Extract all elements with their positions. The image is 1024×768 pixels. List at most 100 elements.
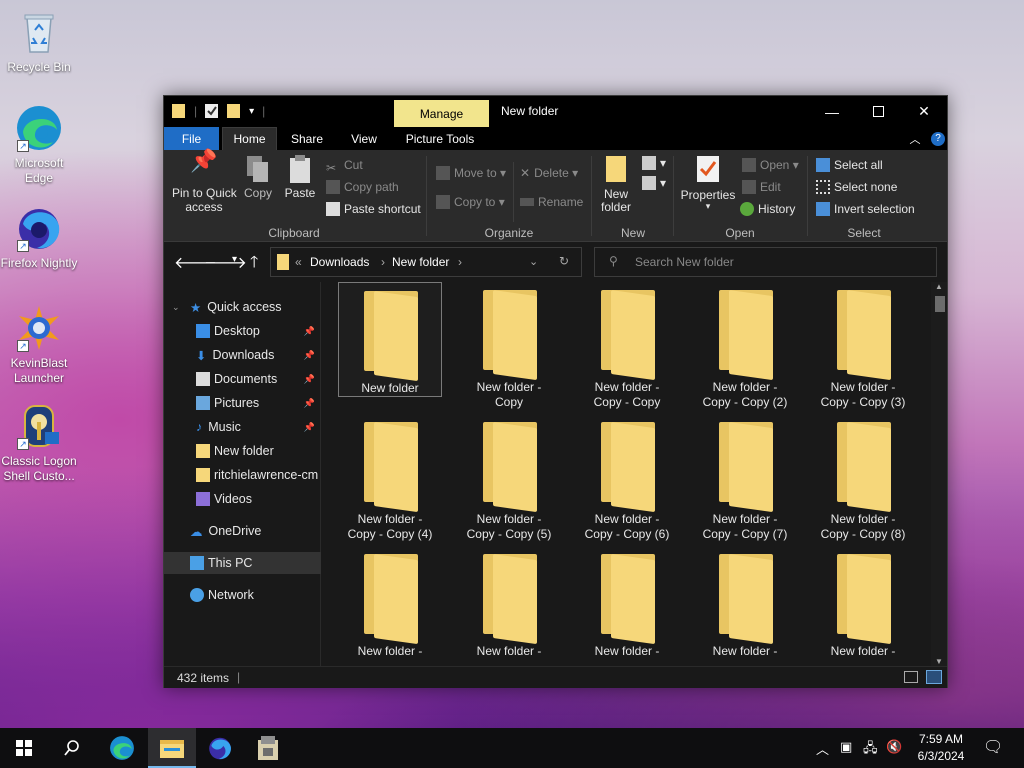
- nav-item-new-folder[interactable]: New folder: [164, 440, 321, 462]
- clock[interactable]: 7:59 AM 6/3/2024: [906, 731, 976, 765]
- nav-quick-access[interactable]: ⌄ ★ Quick access: [164, 296, 321, 318]
- nav-label: Quick access: [207, 300, 282, 314]
- search-icon: ⚲: [609, 254, 618, 268]
- close-button[interactable]: ✕: [901, 96, 947, 127]
- recent-locations-icon[interactable]: ▾: [232, 254, 237, 265]
- large-icons-view-icon[interactable]: [926, 670, 942, 684]
- meet-now-icon[interactable]: ▣: [840, 739, 852, 755]
- move-to-button[interactable]: Move to ▾: [436, 166, 506, 180]
- properties-button[interactable]: Properties ▾: [680, 154, 736, 211]
- select-none-button[interactable]: Select none: [816, 180, 897, 194]
- folder-item[interactable]: New folder - Copy - Copy (8): [811, 414, 915, 542]
- folder-item[interactable]: New folder - Copy - Copy (4): [338, 414, 442, 542]
- folder-icon: [172, 104, 185, 118]
- nav-item-downloads[interactable]: ⬇ Downloads 📌: [164, 344, 321, 366]
- cut-button[interactable]: ✂ Cut: [326, 158, 363, 175]
- nav-item-documents[interactable]: Documents 📌: [164, 368, 321, 390]
- folder-item[interactable]: New folder - Copy: [457, 282, 561, 410]
- desktop-icon-recycle-bin[interactable]: Recycle Bin: [0, 8, 78, 75]
- taskbar-firefox-nightly[interactable]: [196, 728, 244, 768]
- copy-button[interactable]: Copy: [240, 154, 276, 200]
- folder-item[interactable]: New folder - Copy - Copy (3): [811, 282, 915, 410]
- select-all-label: Select all: [834, 158, 883, 172]
- notifications-icon[interactable]: 🗨: [983, 737, 1003, 757]
- folder-item[interactable]: New folder -: [338, 546, 442, 659]
- taskbar-edge[interactable]: [98, 728, 146, 768]
- pin-quick-access-button[interactable]: 📌 Pin to Quick access: [172, 150, 237, 215]
- nav-item-music[interactable]: ♪ Music 📌: [164, 416, 321, 438]
- nav-item-ritchielawrence[interactable]: ritchielawrence-cm: [164, 464, 321, 486]
- folder-item[interactable]: New folder -: [811, 546, 915, 659]
- customize-toolbar-icon[interactable]: ▾: [249, 106, 254, 117]
- open-button[interactable]: Open ▾: [742, 158, 799, 172]
- volume-muted-icon[interactable]: 🔇: [886, 739, 902, 755]
- start-button[interactable]: [0, 728, 48, 768]
- collapse-ribbon-icon[interactable]: ︿: [905, 127, 925, 150]
- forward-button[interactable]: 🡒: [204, 252, 247, 273]
- search-box[interactable]: ⚲ Search New folder: [594, 247, 937, 277]
- folder-item[interactable]: New folder -: [575, 546, 679, 659]
- desktop-icon-kevinblast[interactable]: ↗ KevinBlast Launcher: [0, 304, 78, 386]
- scroll-down-icon[interactable]: ▼: [935, 657, 943, 666]
- copy-path-button[interactable]: Copy path: [326, 180, 399, 194]
- delete-button[interactable]: ✕ Delete ▾: [520, 166, 578, 180]
- details-view-icon[interactable]: [904, 671, 918, 683]
- window-title: New folder: [501, 104, 559, 118]
- tab-manage[interactable]: Manage: [394, 100, 489, 127]
- breadcrumb-new-folder[interactable]: New folder: [392, 255, 449, 269]
- folder-item[interactable]: New folder - Copy - Copy (2): [693, 282, 797, 410]
- nav-onedrive[interactable]: ☁ OneDrive: [164, 520, 321, 542]
- scrollbar-thumb[interactable]: [935, 296, 945, 312]
- up-button[interactable]: 🡑: [250, 251, 258, 278]
- address-overflow-icon[interactable]: «: [295, 255, 302, 269]
- history-button[interactable]: History: [740, 202, 795, 216]
- easy-access-button[interactable]: ▾: [642, 176, 666, 190]
- copy-to-button[interactable]: Copy to ▾: [436, 195, 505, 209]
- nav-item-videos[interactable]: Videos: [164, 488, 321, 510]
- search-button[interactable]: [48, 728, 96, 768]
- breadcrumb-downloads[interactable]: Downloads: [310, 255, 369, 269]
- taskbar-file-explorer[interactable]: [148, 728, 196, 768]
- folder-item[interactable]: New folder -: [693, 546, 797, 659]
- refresh-icon[interactable]: ↻: [559, 254, 569, 268]
- minimize-button[interactable]: —: [809, 96, 855, 127]
- address-dropdown-icon[interactable]: ⌄: [529, 255, 538, 268]
- nav-network[interactable]: Network: [164, 584, 321, 606]
- edit-button[interactable]: Edit: [742, 180, 781, 194]
- nav-item-desktop[interactable]: Desktop 📌: [164, 320, 321, 342]
- paste-shortcut-button[interactable]: Paste shortcut: [326, 202, 421, 216]
- folder-item[interactable]: New folder - Copy - Copy: [575, 282, 679, 410]
- tab-home[interactable]: Home: [222, 127, 277, 150]
- rename-button[interactable]: Rename: [520, 195, 583, 209]
- folder-item[interactable]: New folder: [338, 282, 442, 397]
- scrollbar[interactable]: ▲ ▼: [931, 282, 947, 666]
- select-all-button[interactable]: Select all: [816, 158, 883, 172]
- maximize-button[interactable]: [855, 96, 901, 127]
- address-bar[interactable]: « Downloads › New folder › ⌄ ↻: [270, 247, 582, 277]
- new-item-button[interactable]: ▾: [642, 156, 666, 170]
- scroll-up-icon[interactable]: ▲: [935, 282, 943, 291]
- tab-file[interactable]: File: [164, 127, 219, 150]
- invert-selection-button[interactable]: Invert selection: [816, 202, 915, 216]
- tab-share[interactable]: Share: [282, 127, 332, 150]
- new-folder-icon[interactable]: [227, 103, 241, 119]
- network-tray-icon[interactable]: 🖧: [863, 739, 878, 761]
- tab-view[interactable]: View: [339, 127, 389, 150]
- taskbar-app[interactable]: [244, 728, 292, 768]
- paste-button[interactable]: Paste: [282, 154, 318, 200]
- folder-item[interactable]: New folder - Copy - Copy (5): [457, 414, 561, 542]
- show-hidden-icons[interactable]: ︿: [816, 739, 829, 758]
- nav-item-pictures[interactable]: Pictures 📌: [164, 392, 321, 414]
- new-folder-button[interactable]: New folder: [600, 154, 632, 214]
- desktop-icon-classic-logon[interactable]: ↗ Classic Logon Shell Custo...: [0, 402, 78, 484]
- folder-item[interactable]: New folder - Copy - Copy (7): [693, 414, 797, 542]
- nav-label: ritchielawrence-cm: [214, 468, 319, 482]
- tab-picture-tools[interactable]: Picture Tools: [396, 127, 484, 150]
- folder-item[interactable]: New folder - Copy - Copy (6): [575, 414, 679, 542]
- desktop-icon-edge[interactable]: ↗ Microsoft Edge: [0, 104, 78, 186]
- nav-this-pc[interactable]: This PC: [164, 552, 321, 574]
- folder-item[interactable]: New folder -: [457, 546, 561, 659]
- help-icon[interactable]: ?: [928, 127, 948, 150]
- desktop-icon-firefox-nightly[interactable]: ↗ Firefox Nightly: [0, 204, 78, 271]
- properties-icon[interactable]: [205, 103, 219, 119]
